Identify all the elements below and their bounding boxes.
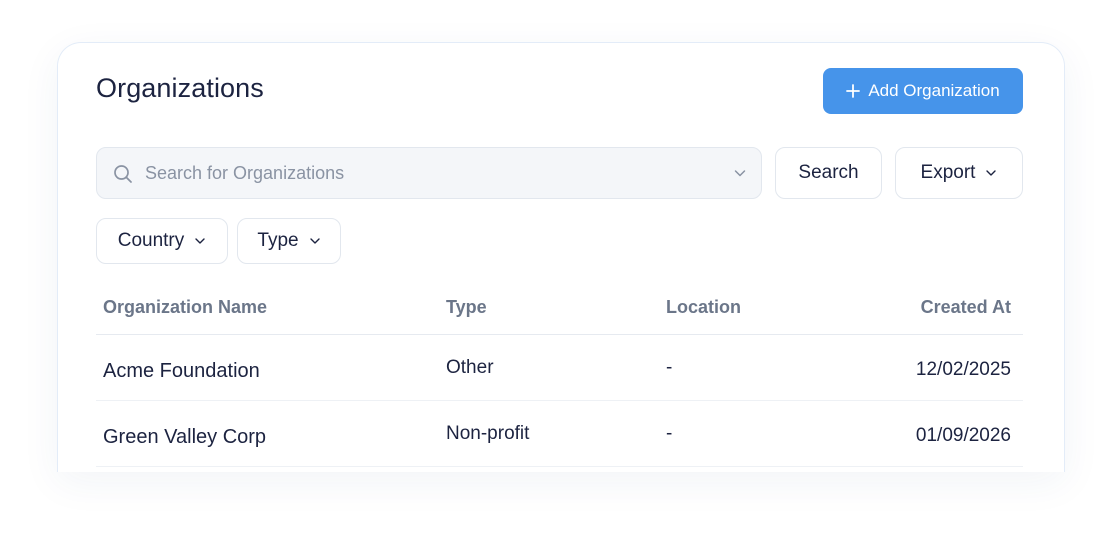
search-input[interactable]: [145, 148, 705, 198]
organizations-table: Organization Name Type Location Created …: [96, 283, 1023, 467]
type-cell: Other: [446, 357, 494, 378]
location-cell: -: [666, 357, 673, 378]
chevron-down-icon: [309, 238, 320, 244]
created-at-cell: 12/02/2025: [915, 359, 1011, 380]
chevron-down-icon: [195, 238, 205, 244]
chevron-down-icon[interactable]: [733, 166, 747, 180]
table-header: Organization Name Type Location Created …: [96, 283, 1023, 335]
search-button[interactable]: Search: [775, 147, 882, 199]
add-organization-button[interactable]: Add Organization: [823, 68, 1023, 114]
chevron-down-icon: [986, 170, 997, 176]
type-filter-dropdown[interactable]: Type: [237, 218, 341, 264]
search-field[interactable]: [96, 147, 762, 199]
type-filter-label: Type: [257, 230, 299, 251]
column-header-type[interactable]: Type: [446, 297, 487, 318]
search-icon: [114, 165, 132, 183]
location-cell: -: [666, 423, 673, 444]
column-header-created-at[interactable]: Created At: [921, 297, 1011, 318]
created-at-cell: 01/09/2026: [915, 425, 1011, 446]
organizations-card: Organizations Add Organization Search Ex…: [57, 42, 1065, 472]
country-filter-dropdown[interactable]: Country: [96, 218, 228, 264]
export-button[interactable]: Export: [895, 147, 1023, 199]
type-cell: Non-profit: [446, 423, 530, 444]
page-title: Organizations: [96, 73, 264, 103]
export-button-label: Export: [920, 162, 976, 183]
table-row[interactable]: Green Valley Corp Non-profit - 01/09/202…: [96, 401, 1023, 467]
search-button-label: Search: [798, 162, 859, 183]
add-organization-label: Add Organization: [868, 81, 1000, 100]
organization-name-cell[interactable]: Acme Foundation: [103, 360, 260, 383]
column-header-organization-name[interactable]: Organization Name: [103, 297, 267, 318]
column-header-location[interactable]: Location: [666, 297, 741, 318]
organization-name-cell[interactable]: Green Valley Corp: [103, 426, 266, 449]
plus-icon: [846, 84, 861, 98]
country-filter-label: Country: [117, 230, 185, 251]
table-row[interactable]: Acme Foundation Other - 12/02/2025: [96, 335, 1023, 401]
